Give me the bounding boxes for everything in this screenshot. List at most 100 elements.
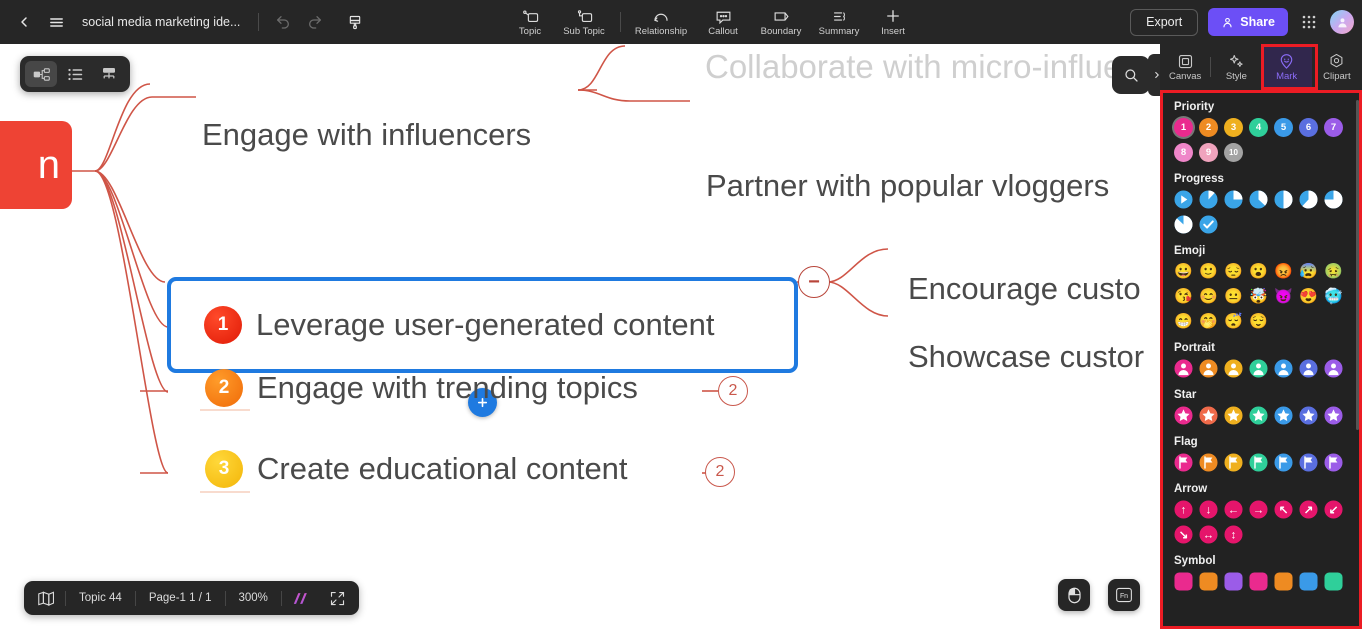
mark-number-10[interactable]: 10 [1224, 143, 1243, 162]
mark-portrait-2[interactable] [1199, 359, 1218, 378]
mark-progress-4[interactable] [1249, 190, 1268, 209]
mark-flag-4[interactable] [1249, 453, 1268, 472]
mark-flag-5[interactable] [1274, 453, 1293, 472]
mark-number-2[interactable]: 2 [1199, 118, 1218, 137]
mark-progress-6[interactable] [1299, 190, 1318, 209]
mark-symbol-7[interactable] [1324, 572, 1343, 591]
mark-emoji-😀[interactable]: 😀 [1174, 262, 1193, 281]
mark-symbol-4[interactable] [1249, 572, 1268, 591]
mark-progress-9[interactable] [1199, 215, 1218, 234]
outline-view-button[interactable] [59, 61, 91, 87]
mark-number-7[interactable]: 7 [1324, 118, 1343, 137]
mark-symbol-6[interactable] [1299, 572, 1318, 591]
mark-progress-3[interactable] [1224, 190, 1243, 209]
mark-flag-2[interactable] [1199, 453, 1218, 472]
mark-portrait-6[interactable] [1299, 359, 1318, 378]
mark-progress-7[interactable] [1324, 190, 1343, 209]
mark-arrow-↔[interactable]: ↔ [1199, 525, 1218, 544]
mark-emoji-😈[interactable]: 😈 [1274, 287, 1293, 306]
mark-emoji-😴[interactable]: 😴 [1224, 312, 1243, 331]
mark-portrait-5[interactable] [1274, 359, 1293, 378]
node-engage-trending-topics[interactable]: 2 Engage with trending topics [205, 369, 638, 407]
brand-logo-button[interactable] [282, 581, 320, 615]
mark-progress-2[interactable] [1199, 190, 1218, 209]
mark-progress-8[interactable] [1174, 215, 1193, 234]
mark-panel-body[interactable]: Priority 1 2 3 4 5 6 7 8 9 10 Progress Emoji 😀 🙂 😔 😮 😡 😰 🤢 😘… [1160, 90, 1362, 629]
mark-emoji-😍[interactable]: 😍 [1299, 287, 1318, 306]
mark-arrow-↘[interactable]: ↘ [1174, 525, 1193, 544]
map-overview-button[interactable] [28, 581, 65, 615]
node-collaborate-micro-influencers[interactable]: Collaborate with micro-influe [705, 48, 1121, 84]
mark-emoji-🤢[interactable]: 🤢 [1324, 262, 1343, 281]
mark-star-5[interactable] [1274, 406, 1293, 425]
tool-relationship[interactable]: Relationship [628, 0, 694, 44]
mark-arrow-↑[interactable]: ↑ [1174, 500, 1193, 519]
topic-count-label[interactable]: Topic 44 [66, 581, 135, 615]
mark-arrow-↖[interactable]: ↖ [1274, 500, 1293, 519]
mark-arrow-↗[interactable]: ↗ [1299, 500, 1318, 519]
mark-emoji-😔[interactable]: 😔 [1224, 262, 1243, 281]
mark-progress-5[interactable] [1274, 190, 1293, 209]
mark-emoji-😡[interactable]: 😡 [1274, 262, 1293, 281]
mark-star-7[interactable] [1324, 406, 1343, 425]
share-button[interactable]: Share [1208, 8, 1288, 36]
mark-emoji-🥶[interactable]: 🥶 [1324, 287, 1343, 306]
mark-number-6[interactable]: 6 [1299, 118, 1318, 137]
mark-symbol-5[interactable] [1274, 572, 1293, 591]
mark-number-1[interactable]: 1 [1174, 118, 1193, 137]
mark-emoji-😐[interactable]: 😐 [1224, 287, 1243, 306]
mark-star-2[interactable] [1199, 406, 1218, 425]
mark-arrow-↕[interactable]: ↕ [1224, 525, 1243, 544]
mark-number-5[interactable]: 5 [1274, 118, 1293, 137]
document-title[interactable]: social media marketing ide... [82, 15, 240, 29]
tab-canvas[interactable]: Canvas [1160, 44, 1210, 90]
page-indicator[interactable]: Page-1 1 / 1 [136, 581, 225, 615]
mark-emoji-🤯[interactable]: 🤯 [1249, 287, 1268, 306]
mark-emoji-😁[interactable]: 😁 [1174, 312, 1193, 331]
mindmap-canvas[interactable]: n Collaborate with micro-influe Engage w… [0, 44, 1362, 629]
tool-sub-topic[interactable]: Sub Topic [555, 0, 613, 44]
child-count-badge-1[interactable]: 2 [718, 376, 748, 406]
mark-star-4[interactable] [1249, 406, 1268, 425]
undo-button[interactable] [267, 6, 299, 38]
root-node[interactable]: n [0, 121, 72, 209]
mark-flag-1[interactable] [1174, 453, 1193, 472]
orgchart-view-button[interactable] [93, 61, 125, 87]
node-partner-with-vloggers[interactable]: Partner with popular vloggers [706, 168, 1109, 204]
node-create-educational-content[interactable]: 3 Create educational content [205, 450, 628, 488]
mark-portrait-7[interactable] [1324, 359, 1343, 378]
mark-symbol-1[interactable] [1174, 572, 1193, 591]
mark-flag-3[interactable] [1224, 453, 1243, 472]
mark-flag-7[interactable] [1324, 453, 1343, 472]
tool-boundary[interactable]: Boundary [752, 0, 810, 44]
mark-emoji-😰[interactable]: 😰 [1299, 262, 1318, 281]
mark-star-1[interactable] [1174, 406, 1193, 425]
child-count-badge-2[interactable]: 2 [705, 457, 735, 487]
collapse-toggle-button[interactable]: − [798, 266, 830, 298]
node-showcase-customers[interactable]: Showcase custor [908, 339, 1144, 375]
mark-star-3[interactable] [1224, 406, 1243, 425]
back-button[interactable] [8, 6, 40, 38]
mark-symbol-2[interactable] [1199, 572, 1218, 591]
mark-emoji-😊[interactable]: 😊 [1199, 287, 1218, 306]
tool-callout[interactable]: Callout [694, 0, 752, 44]
mark-number-3[interactable]: 3 [1224, 118, 1243, 137]
selected-node-leverage-ugc[interactable]: 1 Leverage user-generated content [167, 277, 798, 373]
mindmap-view-button[interactable] [25, 61, 57, 87]
mouse-mode-button[interactable] [1058, 579, 1090, 611]
redo-button[interactable] [299, 6, 331, 38]
mark-arrow-↙[interactable]: ↙ [1324, 500, 1343, 519]
tool-insert[interactable]: Insert [868, 0, 918, 44]
mark-portrait-1[interactable] [1174, 359, 1193, 378]
mark-number-8[interactable]: 8 [1174, 143, 1193, 162]
zoom-level-label[interactable]: 300% [226, 581, 281, 615]
tab-mark[interactable]: Mark [1261, 44, 1312, 90]
mark-progress-1[interactable] [1174, 190, 1193, 209]
mark-arrow-←[interactable]: ← [1224, 500, 1243, 519]
fn-shortcut-button[interactable]: Fn [1108, 579, 1140, 611]
mark-number-4[interactable]: 4 [1249, 118, 1268, 137]
node-engage-with-influencers[interactable]: Engage with influencers [202, 117, 531, 153]
search-button[interactable] [1112, 56, 1150, 94]
tab-style[interactable]: Style [1211, 44, 1261, 90]
mark-star-6[interactable] [1299, 406, 1318, 425]
